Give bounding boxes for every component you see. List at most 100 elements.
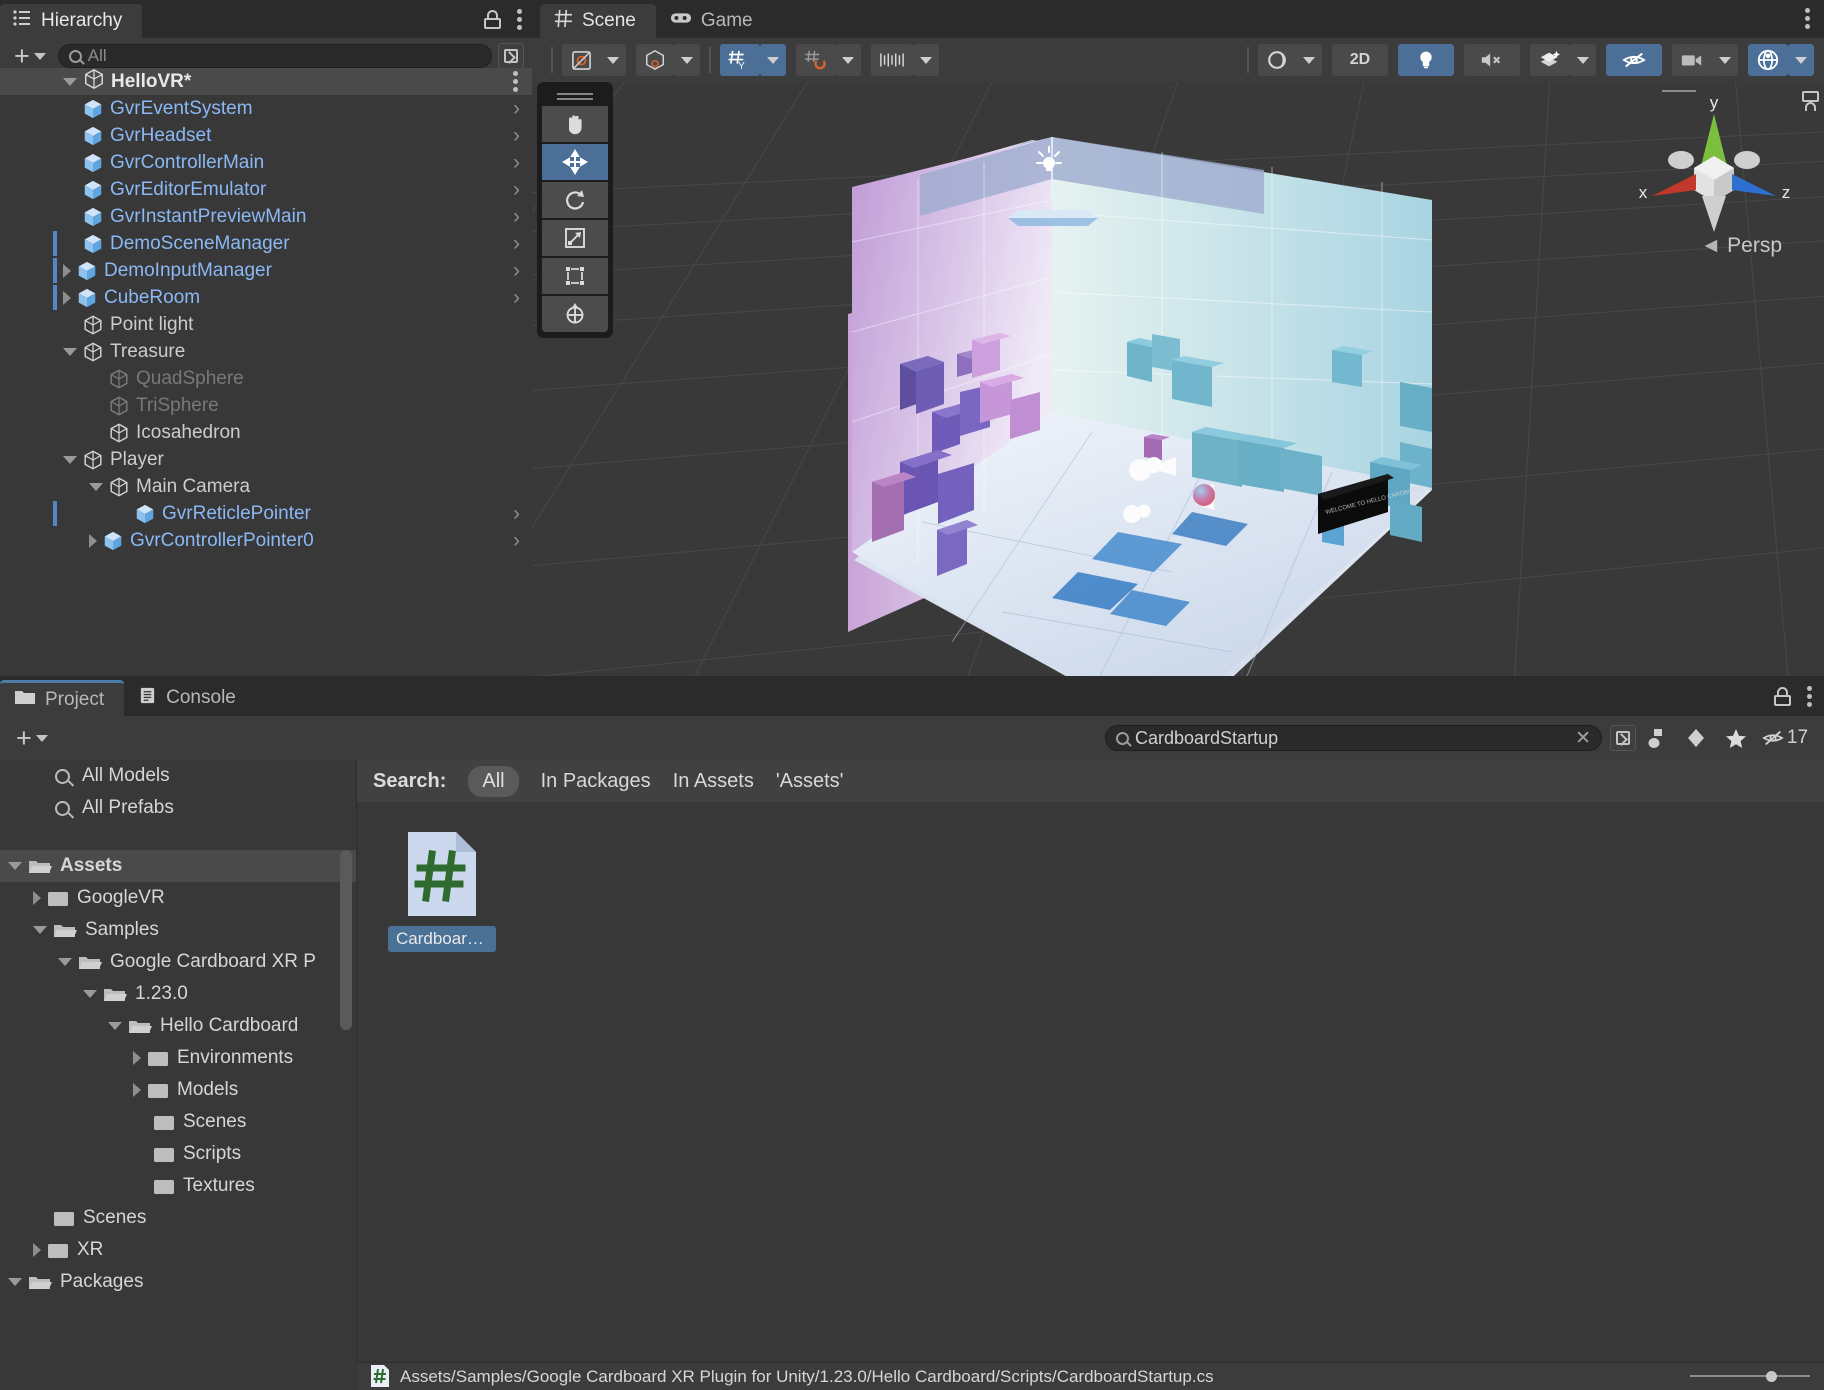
project-tree-item-hello-cardboard[interactable]: Hello Cardboard (0, 1010, 356, 1042)
project-search-input[interactable]: CardboardStartup ✕ (1105, 725, 1602, 751)
project-tree-item-all-prefabs[interactable]: All Prefabs (0, 792, 356, 824)
hierarchy-menu-icon[interactable] (517, 9, 522, 30)
move-tool[interactable] (542, 144, 608, 180)
asset-item[interactable]: Cardboard... (387, 828, 497, 952)
ruler-group[interactable] (871, 44, 939, 76)
hierarchy-item-gvrcontrollermain[interactable]: GvrControllerMain› (0, 149, 532, 176)
hierarchy-item-gvrheadset[interactable]: GvrHeadset› (0, 122, 532, 149)
grid-visibility-button[interactable]: Y (720, 44, 760, 76)
shaded-sphere-button[interactable] (1258, 44, 1296, 76)
shaded-view-group[interactable] (1258, 44, 1322, 76)
scene-projection-label[interactable]: ◄ Persp (1701, 234, 1783, 258)
clear-search-icon[interactable]: ✕ (1575, 727, 1591, 750)
tab-console[interactable]: Console (124, 680, 256, 716)
hierarchy-item-point-light[interactable]: Point light (0, 311, 532, 338)
shaded-view-dropdown[interactable] (1296, 44, 1322, 76)
project-popout-button[interactable] (1610, 725, 1636, 751)
chevron-right-icon[interactable]: › (513, 152, 520, 173)
chevron-right-icon[interactable] (63, 264, 71, 278)
scene-tool-palette[interactable] (537, 82, 613, 338)
project-tree-item-scenes[interactable]: Scenes (0, 1202, 356, 1234)
chevron-right-icon[interactable]: › (513, 503, 520, 524)
project-tree-item-samples[interactable]: Samples (0, 914, 356, 946)
filter-option-all[interactable]: All (468, 766, 518, 797)
project-tree-item-textures[interactable]: Textures (0, 1170, 356, 1202)
create-object-button[interactable]: + (8, 44, 52, 68)
shading-mode-group[interactable] (562, 44, 626, 76)
chevron-right-icon[interactable]: › (513, 206, 520, 227)
hand-tool[interactable] (542, 106, 608, 142)
lock-icon[interactable] (484, 10, 501, 29)
scene-camera-dropdown[interactable] (1712, 44, 1738, 76)
label-filter-icon[interactable] (1676, 723, 1716, 753)
project-tree-scrollbar[interactable] (340, 850, 352, 1030)
project-tree-item-packages[interactable]: Packages (0, 1266, 356, 1298)
chevron-right-icon[interactable] (33, 1243, 41, 1257)
chevron-right-icon[interactable]: › (513, 530, 520, 551)
project-lock-icon[interactable] (1774, 687, 1791, 706)
chevron-right-icon[interactable]: › (513, 287, 520, 308)
hierarchy-item-gvrreticlepointer[interactable]: GvrReticlePointer› (0, 500, 532, 527)
tab-project[interactable]: Project (0, 680, 124, 716)
snap-dropdown[interactable] (835, 44, 861, 76)
hierarchy-scene-root[interactable]: HelloVR* (0, 68, 532, 95)
chevron-right-icon[interactable]: › (513, 98, 520, 119)
hierarchy-popout-button[interactable] (498, 43, 524, 69)
project-tree-item-googlevr[interactable]: GoogleVR (0, 882, 356, 914)
scene-lighting-button[interactable] (1398, 44, 1454, 76)
hierarchy-tree[interactable]: HelloVR* GvrEventSystem›GvrHeadset›GvrCo… (0, 68, 532, 676)
grid-axis-dropdown[interactable] (760, 44, 786, 76)
project-tree-item-assets[interactable]: Assets (0, 850, 356, 882)
hierarchy-item-demoscenemanager[interactable]: DemoSceneManager› (0, 230, 532, 257)
chevron-right-icon[interactable] (133, 1083, 141, 1097)
filter-option-assets-folder[interactable]: 'Assets' (776, 770, 844, 793)
scene-gizmos-button[interactable] (1748, 44, 1788, 76)
chevron-down-icon[interactable] (33, 926, 47, 934)
scale-tool[interactable] (542, 220, 608, 256)
hierarchy-item-trisphere[interactable]: TriSphere (0, 392, 532, 419)
chevron-down-icon[interactable] (8, 1278, 22, 1286)
scene-gizmos-group[interactable] (1748, 44, 1814, 76)
project-tree-item-1-23-0[interactable]: 1.23.0 (0, 978, 356, 1010)
project-tree-item-google-cardboard-xr-p[interactable]: Google Cardboard XR P (0, 946, 356, 978)
scene-audio-button[interactable] (1464, 44, 1520, 76)
tab-scene[interactable]: Scene (540, 4, 656, 38)
transform-tool[interactable] (542, 296, 608, 332)
draw-mode-group[interactable] (636, 44, 700, 76)
hierarchy-item-treasure[interactable]: Treasure (0, 338, 532, 365)
hierarchy-search-input[interactable]: All (58, 44, 492, 68)
project-menu-icon[interactable] (1807, 686, 1812, 707)
project-tree-item-scenes[interactable]: Scenes (0, 1106, 356, 1138)
project-tree-item-models[interactable]: Models (0, 1074, 356, 1106)
tab-hierarchy[interactable]: Hierarchy (0, 4, 142, 38)
scene-fx-group[interactable] (1530, 44, 1596, 76)
chevron-right-icon[interactable] (133, 1051, 141, 1065)
chevron-down-icon[interactable] (108, 1022, 122, 1030)
scene-camera-button[interactable] (1672, 44, 1712, 76)
draw-mode-button[interactable] (636, 44, 674, 76)
hierarchy-item-gvrinstantpreviewmain[interactable]: GvrInstantPreviewMain› (0, 203, 532, 230)
toggle-2d-button[interactable]: 2D (1332, 44, 1388, 76)
chevron-down-icon[interactable] (63, 78, 77, 86)
filter-option-in-packages[interactable]: In Packages (541, 770, 651, 793)
project-tree-item-all-models[interactable]: All Models (0, 760, 356, 792)
hierarchy-item-gvrcontrollerpointer0[interactable]: GvrControllerPointer0› (0, 527, 532, 554)
chevron-right-icon[interactable] (63, 291, 71, 305)
chevron-down-icon[interactable] (83, 990, 97, 998)
chevron-right-icon[interactable]: › (513, 125, 520, 146)
ruler-button[interactable] (871, 44, 913, 76)
scene-camera-group[interactable] (1672, 44, 1738, 76)
project-tree-item-xr[interactable]: XR (0, 1234, 356, 1266)
hidden-count-badge[interactable]: 17 (1756, 723, 1814, 753)
hierarchy-item-cuberoom[interactable]: CubeRoom› (0, 284, 532, 311)
rotate-tool[interactable] (542, 182, 608, 218)
scene-viewport[interactable]: WELCOME TO HELLO CARDBOARD (532, 82, 1824, 676)
prefab-filter-icon[interactable] (1636, 723, 1676, 753)
scene-gizmos-dropdown[interactable] (1788, 44, 1814, 76)
filter-option-in-assets[interactable]: In Assets (673, 770, 754, 793)
palette-drag-handle[interactable] (542, 88, 608, 104)
tab-game[interactable]: Game (656, 4, 773, 38)
asset-grid[interactable]: Cardboard... (357, 802, 1824, 978)
hidden-objects-button[interactable] (1606, 44, 1662, 76)
chevron-right-icon[interactable]: › (513, 179, 520, 200)
